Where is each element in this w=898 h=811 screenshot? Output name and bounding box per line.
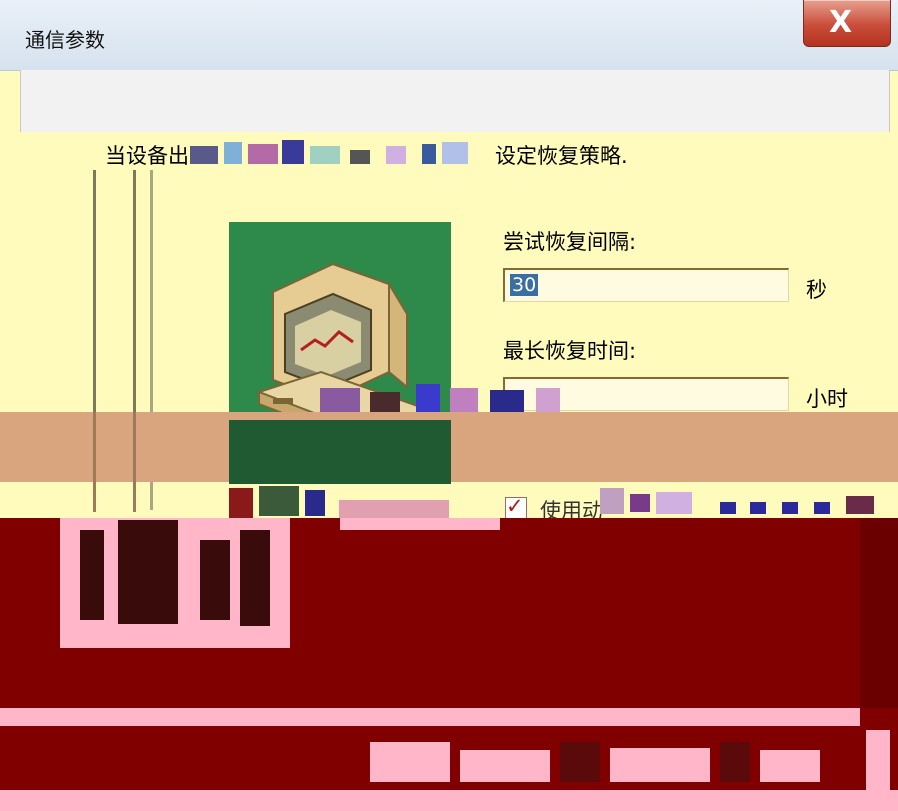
retry-interval-label: 尝试恢复间隔: xyxy=(503,230,637,254)
corrupted-block xyxy=(240,530,270,626)
corrupted-stripe xyxy=(0,790,898,811)
illustration-shadow xyxy=(229,420,451,484)
corrupted-block xyxy=(340,518,500,530)
max-recovery-time-label: 最长恢复时间: xyxy=(503,339,637,363)
corrupted-block xyxy=(80,530,104,620)
dialog-client-top xyxy=(20,70,890,132)
bottom-left-glitch xyxy=(229,484,451,518)
corrupted-block xyxy=(860,518,898,708)
panel-edge-line xyxy=(93,412,96,512)
window-title: 通信参数 xyxy=(25,28,105,52)
retry-interval-unit: 秒 xyxy=(806,278,827,302)
corrupted-block xyxy=(200,540,230,620)
retry-interval-value: 30 xyxy=(510,274,539,296)
close-icon[interactable]: X xyxy=(829,5,852,40)
description-text-end: 设定恢复策略. xyxy=(495,144,628,168)
title-bar[interactable] xyxy=(0,0,898,71)
max-recovery-time-unit: 小时 xyxy=(806,387,848,411)
description-text-start: 当设备出 xyxy=(105,144,189,168)
corrupted-stripe xyxy=(0,708,860,726)
checkbox-row-glitch xyxy=(600,486,898,518)
panel-edge-line xyxy=(133,412,136,512)
retry-interval-input[interactable]: 30 xyxy=(503,268,789,302)
corrupted-block xyxy=(118,520,178,624)
checkmark-icon: ✓ xyxy=(506,494,524,518)
description-glitch xyxy=(190,140,490,168)
corrupted-strip xyxy=(370,742,850,782)
